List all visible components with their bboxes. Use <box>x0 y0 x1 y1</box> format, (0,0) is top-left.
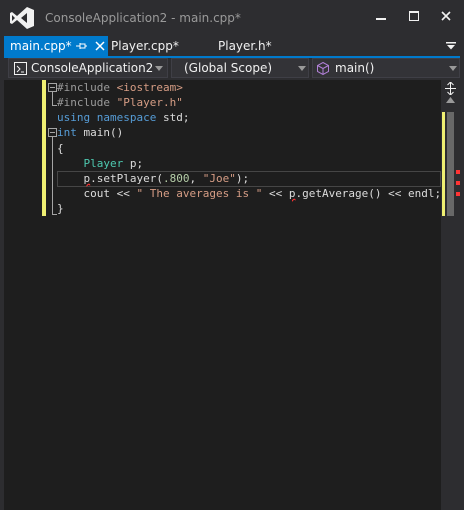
outline-line <box>52 137 53 215</box>
chevron-down-icon <box>155 66 163 71</box>
member-name: main() <box>335 61 375 75</box>
tab-overflow-dropdown-icon[interactable] <box>446 42 456 50</box>
identifier-token: cout << <box>83 187 137 200</box>
code-line: #include <iostream> <box>57 80 183 95</box>
error-marker[interactable] <box>456 192 460 196</box>
identifier-token: p; <box>123 157 144 170</box>
scroll-thumb[interactable] <box>447 112 454 216</box>
minimize-icon <box>376 18 386 20</box>
collapse-main-icon[interactable] <box>48 128 57 137</box>
scrollbar-change-marks <box>442 112 445 216</box>
punct-token: << <box>262 187 289 200</box>
outline-line <box>52 92 53 106</box>
keyword-token: int <box>57 126 77 139</box>
error-marker[interactable] <box>456 170 460 174</box>
code-line: #include "Player.h" <box>57 95 183 110</box>
identifier-token: std; <box>156 111 190 124</box>
project-dropdown[interactable]: ConsoleApplication2 <box>8 58 168 78</box>
visual-studio-logo-icon <box>10 7 34 29</box>
keyword-token: namespace <box>96 111 157 124</box>
code-line: p.setPlayer(.800, "Joe"); <box>57 171 250 186</box>
tab-label: main.cpp* <box>10 39 72 53</box>
punct-token: , <box>189 172 203 185</box>
maximize-icon <box>409 11 419 21</box>
navigation-bar: ConsoleApplication2 (Global Scope) main(… <box>4 58 460 80</box>
keyword-token: using <box>57 111 91 124</box>
code-line: cout << " The averages is " << p.getAver… <box>57 186 442 201</box>
chevron-down-icon <box>449 66 457 71</box>
scope-dropdown[interactable]: (Global Scope) <box>171 58 309 78</box>
punct-token: ); <box>235 172 250 185</box>
identifier-token: .getAverage() << endl; <box>295 187 442 200</box>
change-tracking-bar <box>42 80 46 216</box>
member-dropdown[interactable]: main() <box>312 58 460 78</box>
include-path: <iostream> <box>116 81 183 94</box>
string-token: " The averages is " <box>136 187 263 200</box>
close-tab-icon[interactable] <box>95 41 105 51</box>
type-token: Player <box>83 157 124 170</box>
maximize-button[interactable] <box>400 4 428 28</box>
chevron-down-icon <box>298 66 306 71</box>
code-editor[interactable]: #include <iostream> #include "Player.h" … <box>4 80 460 510</box>
code-line: } <box>57 201 64 216</box>
tab-player-h[interactable]: Player.h* <box>218 36 272 56</box>
string-token: "Joe" <box>202 172 236 185</box>
code-line: using namespace std; <box>57 110 189 125</box>
tab-main-cpp[interactable]: main.cpp* <box>4 36 108 56</box>
preprocessor-token: #include <box>57 81 110 94</box>
close-icon <box>441 11 451 21</box>
brace-token: { <box>57 142 64 155</box>
scope-name: (Global Scope) <box>184 61 273 75</box>
document-tab-strip: main.cpp* Player.cpp* Player.h* <box>0 36 464 56</box>
code-line: int main() <box>57 125 123 140</box>
project-icon <box>14 62 27 75</box>
title-bar: ConsoleApplication2 - main.cpp* <box>0 0 464 36</box>
pin-icon[interactable] <box>76 41 87 51</box>
identifier-token: .setPlayer( <box>90 172 163 185</box>
number-token: .800 <box>162 172 190 185</box>
close-window-button[interactable] <box>432 4 460 28</box>
preprocessor-token: #include <box>57 96 110 109</box>
project-name: ConsoleApplication2 <box>31 61 154 75</box>
error-marker[interactable] <box>456 181 460 185</box>
vertical-scrollbar[interactable] <box>441 80 460 510</box>
code-line: Player p; <box>57 156 144 171</box>
tab-player-cpp[interactable]: Player.cpp* <box>111 36 179 56</box>
glyph-margin[interactable] <box>4 80 22 510</box>
split-window-icon[interactable] <box>444 82 457 95</box>
code-line: { <box>57 141 64 156</box>
method-cube-icon <box>317 62 329 75</box>
collapse-includes-icon[interactable] <box>48 83 57 92</box>
include-path: "Player.h" <box>116 96 183 109</box>
scroll-up-arrow-icon[interactable] <box>446 97 455 103</box>
window-title: ConsoleApplication2 - main.cpp* <box>45 11 241 25</box>
identifier-token: main() <box>76 126 124 139</box>
brace-token: } <box>57 202 64 215</box>
minimize-button[interactable] <box>367 4 395 28</box>
